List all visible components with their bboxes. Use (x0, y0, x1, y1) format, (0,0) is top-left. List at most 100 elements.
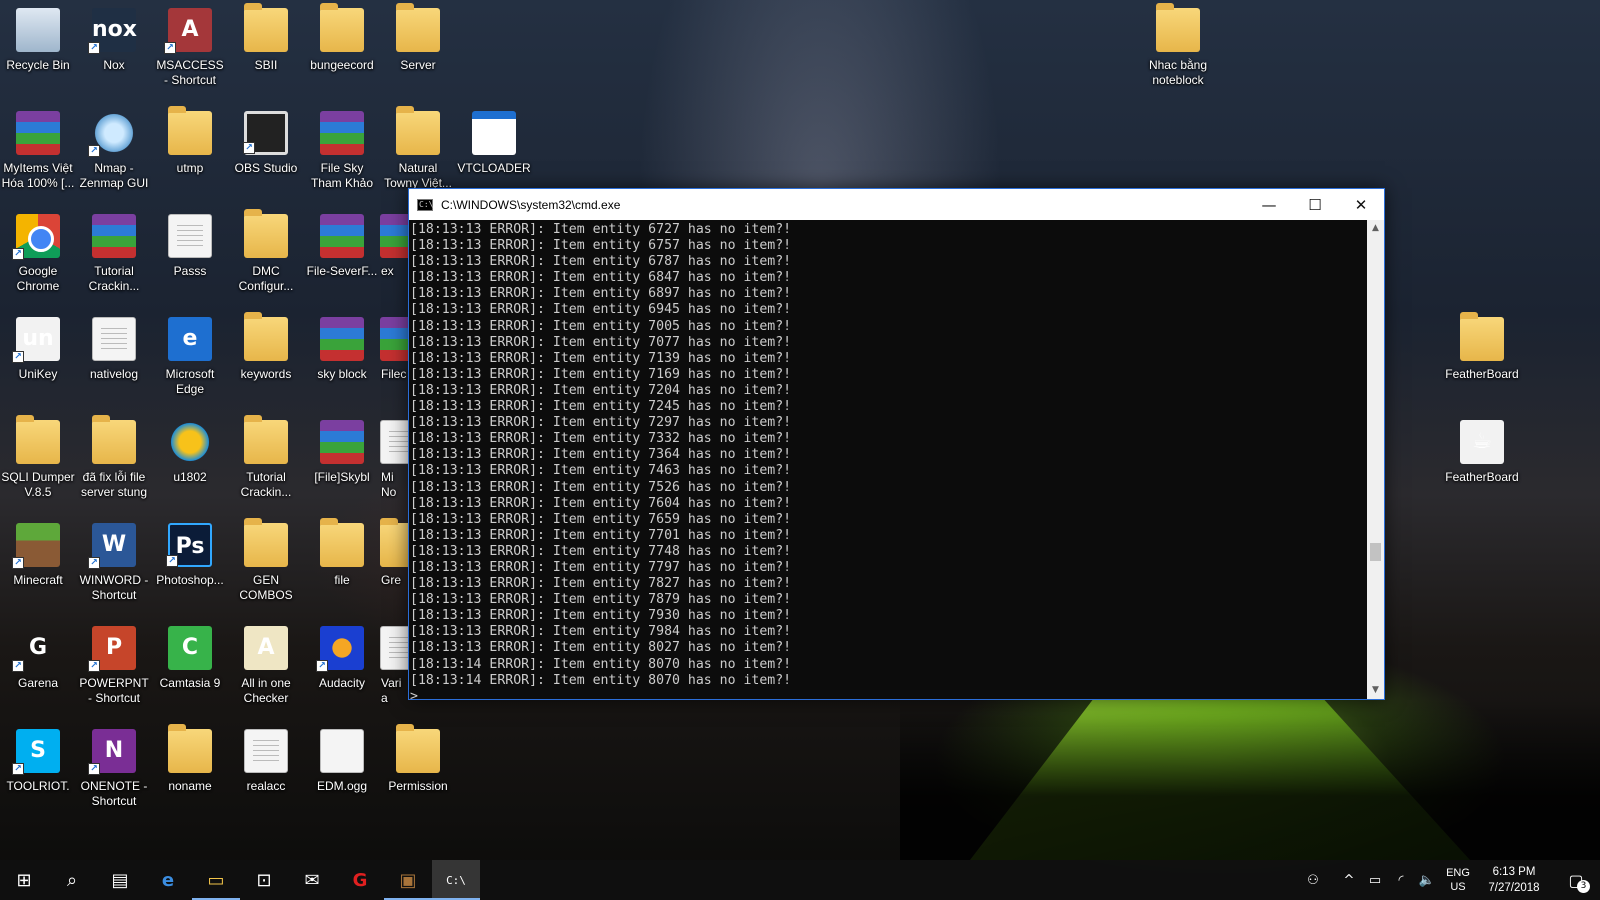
desktop-icon-vari-partial[interactable]: Varia (380, 618, 408, 706)
people-icon[interactable]: ⚇ (1300, 873, 1326, 888)
desktop-icon-garena[interactable]: G ↗ Garena (0, 618, 76, 691)
desktop-icon-utmp[interactable]: utmp (152, 103, 228, 176)
java-icon: ☕ (1460, 420, 1504, 464)
clock-time: 6:13 PM (1492, 866, 1536, 878)
volume-icon[interactable]: 🔈 (1414, 873, 1440, 888)
desktop-icon-mi-partial[interactable]: Mi No (380, 412, 408, 500)
search-button[interactable]: ⌕ (48, 860, 96, 900)
desktop-icon-obs[interactable]: ↗ OBS Studio (228, 103, 304, 176)
desktop-icon-u1802[interactable]: u1802 (152, 412, 228, 485)
close-button[interactable]: ✕ (1338, 189, 1384, 220)
desktop-icon-msaccess[interactable]: A ↗ MSACCESS - Shortcut (152, 0, 228, 88)
desktop-icon-nativelog[interactable]: nativelog (76, 309, 152, 382)
desktop-icon-ex-partial[interactable]: ex (380, 206, 408, 279)
desktop-icon-toolriot[interactable]: S ↗ TOOLRIOT. (0, 721, 76, 794)
desktop-icon-file-sky[interactable]: File Sky Tham Khảo (304, 103, 380, 191)
desktop-icon-keywords[interactable]: keywords (228, 309, 304, 382)
desktop-icon-natural-towny[interactable]: Natural Towny Việt... (380, 103, 456, 191)
desktop-icon-winword[interactable]: W ↗ WINWORD - Shortcut (76, 515, 152, 603)
desktop-icon-gen-combos[interactable]: GEN COMBOS (228, 515, 304, 603)
taskbar-edge-icon[interactable]: e (144, 860, 192, 900)
show-hidden-icons-chevron-icon[interactable]: ^ (1336, 873, 1362, 888)
input-language-indicator[interactable]: ENG US (1440, 866, 1476, 894)
desktop-icon-photoshop[interactable]: Ps ↗ Photoshop... (152, 515, 228, 588)
desktop-icon-all-in-one[interactable]: A All in one Checker (228, 618, 304, 706)
desktop-icon-recycle-bin[interactable]: Recycle Bin (0, 0, 76, 73)
winrar-archive-icon (320, 420, 364, 464)
desktop-icon-file[interactable]: file (304, 515, 380, 588)
taskbar-mail-icon[interactable]: ✉ (288, 860, 336, 900)
desktop-icon-dmc[interactable]: DMC Configur... (228, 206, 304, 294)
desktop-icon-tutorial-1[interactable]: Tutorial Crackin... (76, 206, 152, 294)
desktop-icon-permission[interactable]: Permission (380, 721, 456, 794)
desktop-icon-nmap[interactable]: ↗ Nmap - Zenmap GUI (76, 103, 152, 191)
desktop-icon-featherboard-folder[interactable]: FeatherBoard (1444, 309, 1520, 382)
minecraft-icon: ↗ (12, 523, 60, 569)
cmd-window-title: C:\WINDOWS\system32\cmd.exe (441, 197, 621, 212)
wallpaper-foreground (900, 700, 1600, 860)
desktop-icon-gre-partial[interactable]: Gre (380, 515, 408, 588)
desktop-icon-noname[interactable]: noname (152, 721, 228, 794)
desktop-icon-passs[interactable]: Passs (152, 206, 228, 279)
taskbar-cmd-icon[interactable]: C:\ (432, 860, 480, 900)
blank-file-icon (320, 729, 364, 773)
folder-icon (16, 415, 60, 464)
battery-icon[interactable]: ▭ (1362, 873, 1388, 888)
task-view-button[interactable]: ▤ (96, 860, 144, 900)
scrollbar-thumb[interactable] (1370, 543, 1381, 561)
desktop-icon-da-fix[interactable]: đã fix lỗi file server stung (76, 412, 152, 500)
minimize-button[interactable]: — (1246, 189, 1292, 220)
desktop-icon-bungeecord[interactable]: bungeecord (304, 0, 380, 73)
cmd-window[interactable]: C:\ C:\WINDOWS\system32\cmd.exe — ☐ ✕ [1… (408, 188, 1385, 700)
network-icon[interactable]: ◜ (1388, 873, 1414, 888)
desktop-icon-tutorial-2[interactable]: Tutorial Crackin... (228, 412, 304, 500)
desktop-icon-audacity[interactable]: ↗ Audacity (304, 618, 380, 691)
desktop-icon-myitems[interactable]: MyItems Việt Hóa 100% [... (0, 103, 76, 191)
desktop-icon-nhac-bang[interactable]: Nhac bằng noteblock (1140, 0, 1216, 88)
notification-count-badge: 3 (1577, 880, 1590, 893)
action-center-button[interactable]: ▢ 3 (1552, 860, 1600, 900)
start-button[interactable]: ⊞ (0, 860, 48, 900)
folder-icon (1460, 312, 1504, 361)
taskbar-minecraft-icon[interactable]: ▣ (384, 860, 432, 900)
desktop-icon-server[interactable]: Server (380, 0, 456, 73)
desktop-icon-sky-block[interactable]: sky block (304, 309, 380, 382)
desktop-icon-edm[interactable]: EDM.ogg (304, 721, 380, 794)
language-code: ENG (1446, 867, 1470, 879)
desktop-icon-chrome[interactable]: ↗ Google Chrome (0, 206, 76, 294)
desktop-icon-minecraft[interactable]: ↗ Minecraft (0, 515, 76, 588)
desktop-icon-file-skybl[interactable]: [File]Skybl (304, 412, 380, 485)
taskbar: ⊞ ⌕ ▤ e ▭ ⊡ ✉ G ▣ C:\ ⚇ ^ ▭ ◜ 🔈 ENG US 6… (0, 860, 1600, 900)
desktop-icon-onenote[interactable]: N ↗ ONENOTE - Shortcut (76, 721, 152, 809)
cmd-console-output[interactable]: [18:13:13 ERROR]: Item entity 6727 has n… (409, 220, 1367, 699)
scroll-down-icon[interactable]: ▼ (1367, 682, 1384, 699)
desktop-icon-realacc[interactable]: realacc (228, 721, 304, 794)
shortcut-arrow-icon: ↗ (12, 557, 24, 569)
cmd-titlebar[interactable]: C:\ C:\WINDOWS\system32\cmd.exe — ☐ ✕ (409, 189, 1384, 220)
taskbar-garena-icon[interactable]: G (336, 860, 384, 900)
desktop-icon-file-sever[interactable]: File-SeverF... (304, 206, 380, 279)
maximize-button[interactable]: ☐ (1292, 189, 1338, 220)
desktop-icon-camtasia[interactable]: C Camtasia 9 (152, 618, 228, 691)
folder-icon (380, 518, 408, 567)
taskbar-clock[interactable]: 6:13 PM 7/27/2018 (1476, 864, 1552, 896)
desktop-icon-vtcloader[interactable]: VTCLOADER (456, 103, 532, 176)
desktop-icon-unikey[interactable]: un ↗ UniKey (0, 309, 76, 382)
desktop-icon-filec-partial[interactable]: Filec (380, 309, 408, 382)
word-icon: W ↗ (88, 523, 136, 569)
shortcut-arrow-icon: ↗ (88, 763, 100, 775)
text-file-icon (168, 214, 212, 258)
winrar-archive-icon (92, 214, 136, 258)
desktop-icon-edge[interactable]: e Microsoft Edge (152, 309, 228, 397)
taskbar-store-icon[interactable]: ⊡ (240, 860, 288, 900)
desktop-icon-nox[interactable]: nox ↗ Nox (76, 0, 152, 73)
console-line: [18:13:13 ERROR]: Item entity 6897 has n… (410, 286, 792, 302)
taskbar-file-explorer-icon[interactable]: ▭ (192, 860, 240, 900)
scroll-up-icon[interactable]: ▲ (1367, 220, 1384, 237)
desktop-icon-featherboard-java[interactable]: ☕ FeatherBoard (1444, 412, 1520, 485)
console-line: [18:13:13 ERROR]: Item entity 7169 has n… (410, 366, 792, 382)
desktop-icon-sqli[interactable]: SQLI Dumper V.8.5 (0, 412, 76, 500)
desktop-icon-sbii[interactable]: SBII (228, 0, 304, 73)
desktop-icon-powerpnt[interactable]: P ↗ POWERPNT - Shortcut (76, 618, 152, 706)
cmd-scrollbar[interactable]: ▲ ▼ (1367, 220, 1384, 699)
